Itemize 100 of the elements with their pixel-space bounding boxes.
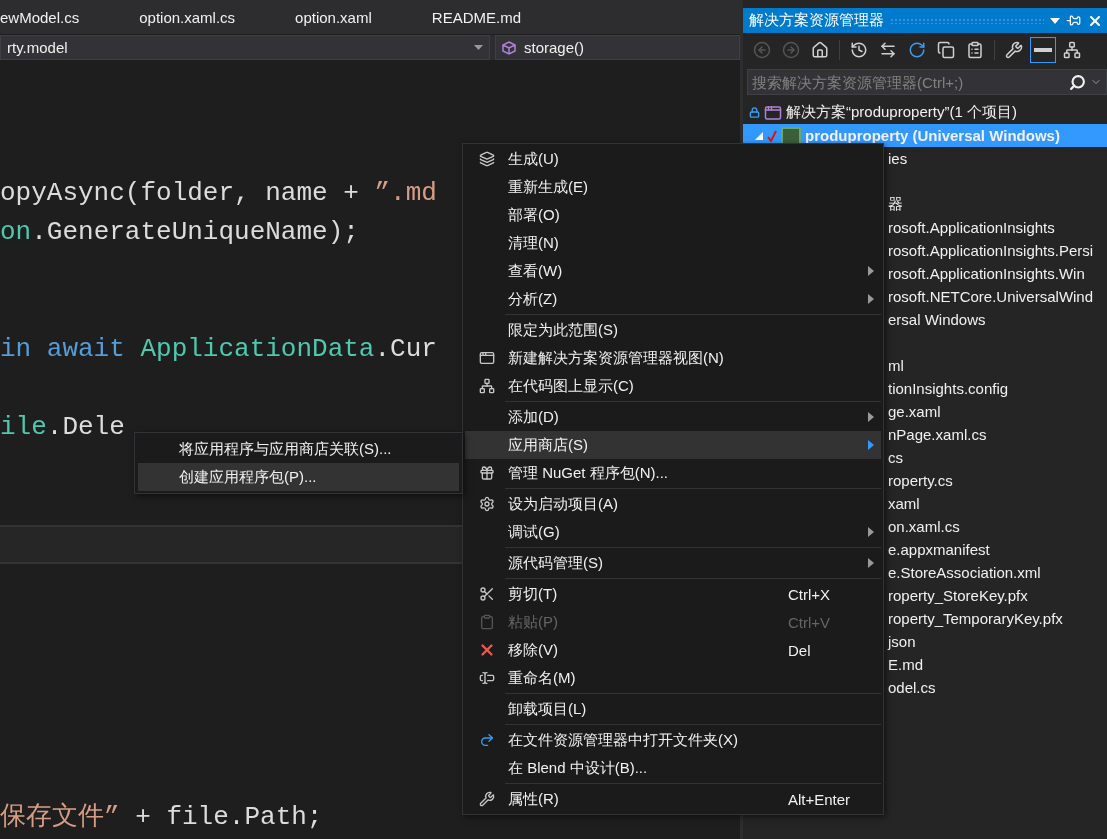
dropdown-icon[interactable]: [1050, 17, 1060, 24]
menu-item[interactable]: 卸载项目(L): [465, 695, 881, 723]
file-tab[interactable]: README.md: [401, 0, 551, 34]
file-tab[interactable]: option.xaml: [265, 0, 402, 34]
code-token: opyAsync(folder, name +: [0, 178, 360, 208]
code-token: ”.md: [374, 178, 437, 208]
pin-icon[interactable]: [1066, 13, 1081, 28]
menu-item[interactable]: 查看(W): [465, 257, 881, 285]
wrench-icon: [478, 791, 495, 807]
menu-item[interactable]: 管理 NuGet 程序包(N)...: [465, 459, 881, 487]
submenu-arrow-icon: [868, 266, 874, 276]
menu-item[interactable]: 生成(U): [465, 145, 881, 173]
menu-item[interactable]: 在代码图上显示(C): [465, 372, 881, 400]
gear-icon: [478, 496, 495, 512]
diagram-icon: [478, 378, 495, 394]
tree-item[interactable]: E.md: [888, 656, 923, 673]
code-token: ile: [0, 412, 47, 442]
diagram-icon: [1063, 40, 1081, 59]
menu-item[interactable]: 应用商店(S): [465, 431, 881, 459]
tree-item[interactable]: e.appxmanifest: [888, 541, 990, 558]
tree-item[interactable]: rosoft.ApplicationInsights.Persi: [888, 242, 1094, 259]
tree-item[interactable]: nPage.xaml.cs: [888, 426, 987, 443]
code-token: .Dele: [46, 412, 125, 442]
menu-item[interactable]: 新建解决方案资源管理器视图(N): [465, 344, 881, 372]
code-token: in await: [0, 334, 126, 364]
menu-item[interactable]: 在文件资源管理器中打开文件夹(X): [465, 726, 881, 754]
cube-icon: [502, 40, 516, 55]
tree-item[interactable]: 器: [888, 195, 903, 214]
sync-icon: [879, 40, 897, 59]
tree-item[interactable]: cs: [888, 449, 903, 466]
menu-item[interactable]: 重新生成(E): [465, 173, 881, 201]
menu-item[interactable]: 重命名(M): [465, 664, 881, 692]
project-icon: [781, 126, 801, 145]
history-icon: [850, 40, 868, 59]
tree-item[interactable]: roperty.cs: [888, 472, 953, 489]
menu-item[interactable]: 属性(R) Alt+Enter: [465, 785, 881, 813]
refresh-icon: [908, 40, 926, 59]
menu-item[interactable]: 剪切(T) Ctrl+X: [465, 580, 881, 608]
file-tab[interactable]: option.xaml.cs: [109, 0, 266, 34]
submenu-arrow-icon: [868, 412, 874, 422]
caret-icon: [474, 45, 483, 50]
checkmark-icon: [767, 129, 777, 142]
search-icon: [1069, 73, 1086, 91]
tree-item[interactable]: ml: [888, 357, 904, 374]
scope-dropdown[interactable]: rty.model: [0, 35, 490, 60]
menu-item[interactable]: 创建应用程序包(P)...: [138, 463, 459, 491]
tree-item[interactable]: rosoft.NETCore.UniversalWind: [888, 288, 1094, 305]
submenu-arrow-icon: [868, 294, 874, 304]
tree-item[interactable]: xaml: [888, 495, 920, 512]
menu-item[interactable]: 调试(G): [465, 518, 881, 546]
search-field[interactable]: 搜索解决方案资源管理器(Ctrl+;): [747, 69, 1107, 95]
code-token: on: [0, 217, 32, 247]
tree-item[interactable]: e.StoreAssociation.xml: [888, 564, 1041, 581]
menu-item[interactable]: 在 Blend 中设计(B)...: [465, 754, 881, 782]
tree-item[interactable]: on.xaml.cs: [888, 518, 960, 535]
code-token: .Cur: [374, 334, 437, 364]
home-icon: [811, 40, 829, 59]
code-token: 保存文件”: [0, 802, 120, 832]
menu-item[interactable]: 分析(Z): [465, 285, 881, 313]
submenu-arrow-icon: [868, 440, 874, 450]
member-dropdown[interactable]: storage(): [495, 35, 740, 60]
tree-item[interactable]: odel.cs: [888, 679, 936, 696]
lock-icon: [749, 107, 760, 118]
package-icon: [478, 465, 495, 481]
tree-item[interactable]: ge.xaml: [888, 403, 941, 420]
tree-item[interactable]: ies: [888, 150, 908, 167]
clipboard-icon: [478, 614, 495, 630]
tree-item[interactable]: ersal Windows: [888, 311, 986, 328]
menu-item[interactable]: 限定为此范围(S): [465, 316, 881, 344]
tree-item[interactable]: tionInsights.config: [888, 380, 1009, 397]
code-token: + file.Path;: [134, 802, 323, 832]
code-token: .GenerateUniqueName);: [31, 217, 359, 247]
menu-item[interactable]: 部署(O): [465, 201, 881, 229]
preview-button[interactable]: [1030, 36, 1056, 63]
menu-item[interactable]: 移除(V) Del: [465, 636, 881, 664]
menu-item[interactable]: 源代码管理(S): [465, 549, 881, 577]
tree-item[interactable]: rosoft.ApplicationInsights.Win: [888, 265, 1085, 282]
tree-item[interactable]: rosoft.ApplicationInsights: [888, 219, 1055, 236]
window-icon: [478, 350, 495, 366]
rename-icon: [478, 670, 495, 686]
back-icon: [753, 40, 771, 59]
submenu-arrow-icon: [868, 527, 874, 537]
menu-item[interactable]: 将应用程序与应用商店关联(S)...: [138, 435, 459, 463]
submenu-arrow-icon: [868, 558, 874, 568]
menu-item[interactable]: 设为启动项目(A): [465, 490, 881, 518]
curved-arrow-icon: [478, 732, 495, 748]
tree-item[interactable]: json: [888, 633, 916, 650]
solution-row[interactable]: 解决方案“produproperty”(1 个项目): [743, 101, 1107, 124]
forward-icon: [782, 40, 800, 59]
menu-item[interactable]: 添加(D): [465, 403, 881, 431]
solution-icon: [764, 103, 782, 122]
wrench-icon: [1005, 40, 1023, 59]
code-token: ApplicationData: [140, 334, 375, 364]
tree-item[interactable]: roperty_StoreKey.pfx: [888, 587, 1028, 604]
expand-icon: [755, 131, 763, 140]
panel-title: 解决方案资源管理器: [749, 11, 884, 30]
menu-item[interactable]: 清理(N): [465, 229, 881, 257]
scissors-icon: [478, 586, 495, 602]
tree-item[interactable]: roperty_TemporaryKey.pfx: [888, 610, 1063, 627]
file-tab[interactable]: ewModel.cs: [0, 0, 110, 34]
